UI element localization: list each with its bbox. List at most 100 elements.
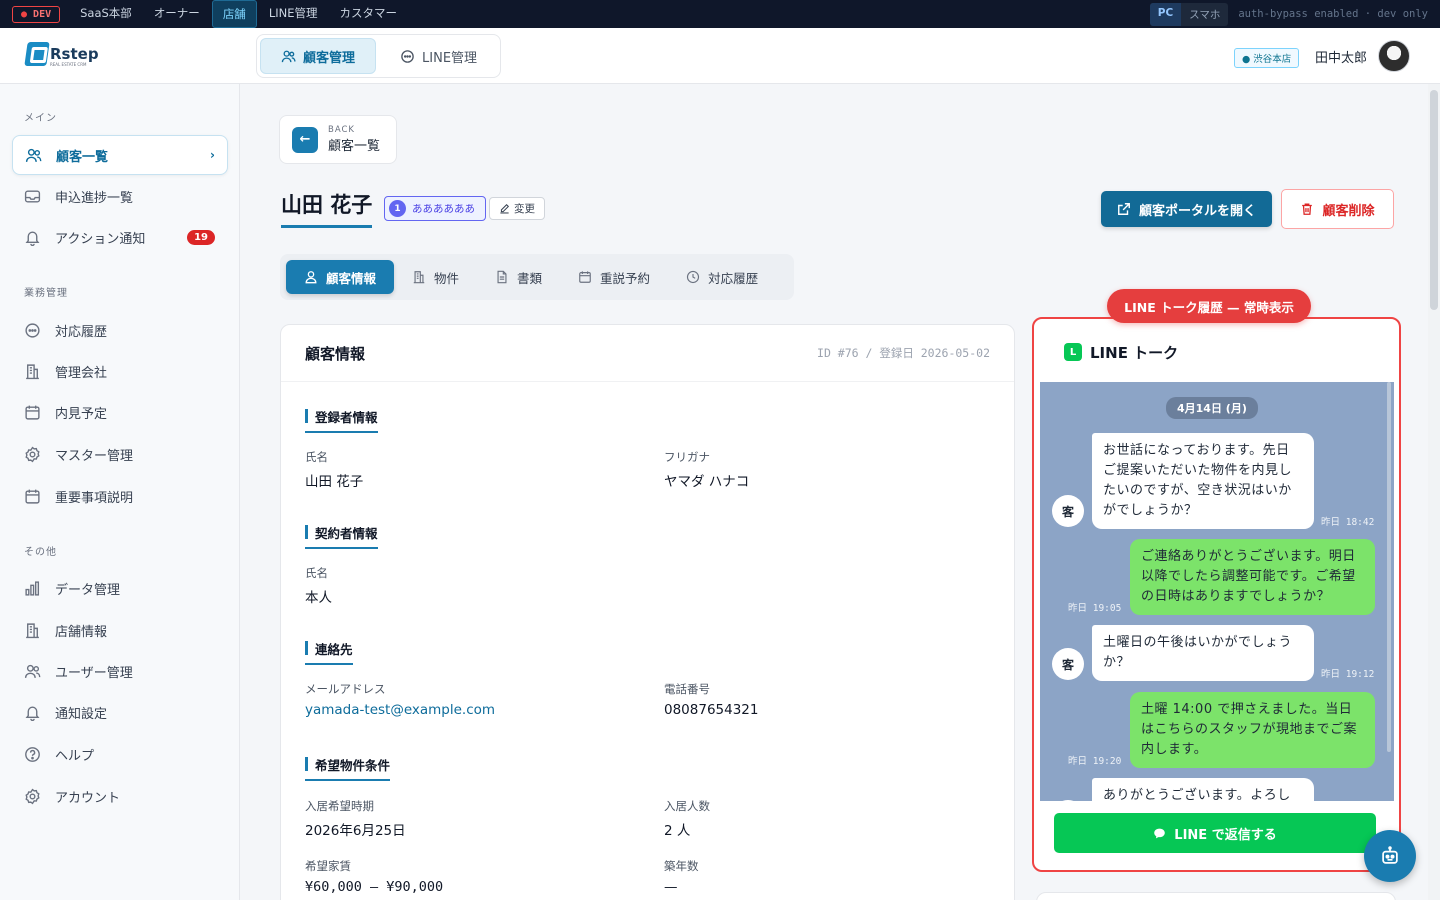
- field-label: 入居希望時期: [305, 799, 374, 813]
- chat-timestamp: 昨日 18:42: [1321, 517, 1375, 528]
- page-scrollbar-thumb[interactable]: [1430, 90, 1438, 310]
- section-registrant: 登録者情報: [305, 407, 378, 433]
- tab-documents[interactable]: 書類: [477, 260, 560, 294]
- clock-icon: [686, 270, 700, 284]
- device-pc-button[interactable]: PC: [1149, 2, 1182, 26]
- open-portal-label: 顧客ポータルを開く: [1138, 203, 1256, 219]
- sidebar-item-label: アクション通知: [55, 231, 146, 247]
- sidebar-item-history[interactable]: 対応履歴: [12, 310, 228, 350]
- sidebar-item-important-matters[interactable]: 重要事項説明: [12, 476, 228, 516]
- tab-label: 顧客情報: [326, 270, 377, 286]
- sidebar-section-work: 業務管理: [24, 288, 68, 299]
- sidebar-item-users[interactable]: ユーザー管理: [12, 651, 228, 691]
- sidebar-item-help[interactable]: ヘルプ: [12, 734, 228, 774]
- app-header: Rstep REAL ESTATE CRM 顧客管理 LINE管理 ● 渋谷本店…: [0, 28, 1440, 84]
- sidebar-item-master[interactable]: マスター管理: [12, 434, 228, 474]
- section-wish-conditions: 希望物件条件: [305, 755, 391, 781]
- inbox-icon: [24, 189, 41, 203]
- users-icon: [24, 664, 41, 678]
- back-button[interactable]: ← BACK 顧客一覧: [279, 115, 397, 164]
- dev-nav-owner[interactable]: オーナー: [144, 0, 210, 28]
- arrow-left-icon: ←: [292, 126, 318, 153]
- chat-scrollbar[interactable]: [1387, 382, 1391, 752]
- gear-icon: [25, 446, 40, 462]
- sidebar-item-label: ユーザー管理: [55, 665, 133, 681]
- dev-nav-saas[interactable]: SaaS本部: [70, 0, 142, 28]
- app-logo[interactable]: Rstep REAL ESTATE CRM: [24, 42, 99, 67]
- user-name[interactable]: 田中太郎: [1315, 47, 1367, 66]
- email-link[interactable]: yamada-test@example.com: [305, 702, 495, 718]
- tab-history[interactable]: 対応履歴: [668, 260, 776, 294]
- open-portal-button[interactable]: 顧客ポータルを開く: [1101, 191, 1272, 227]
- sidebar-item-label: 重要事項説明: [55, 490, 134, 506]
- assistant-bot-button[interactable]: [1364, 830, 1416, 882]
- sidebar-item-label: 店舗情報: [55, 624, 108, 640]
- dev-note: auth-bypass enabled · dev only: [1238, 8, 1428, 20]
- rank-chip[interactable]: 1 ああああああ: [384, 196, 486, 221]
- dev-nav-customer[interactable]: カスタマー: [329, 0, 407, 28]
- sidebar-item-data[interactable]: データ管理: [12, 568, 228, 608]
- sidebar-item-label: アカウント: [55, 790, 121, 806]
- sidebar-item-notifications[interactable]: アクション通知 19: [12, 217, 228, 257]
- device-sp-button[interactable]: スマホ: [1181, 3, 1228, 26]
- calendar-icon: [579, 271, 591, 283]
- dev-nav-store[interactable]: 店舗: [211, 0, 257, 28]
- field-label: フリガナ: [664, 450, 710, 464]
- customer-info-card: 顧客情報 ID #76 / 登録日 2026-05-02 登録者情報 氏名 山田…: [280, 324, 1015, 900]
- chat-area[interactable]: 4月14日 (月) 客 お世話になっております。先日ご提案いただいた物件を内見し…: [1040, 382, 1394, 801]
- customer-avatar: 客: [1052, 495, 1084, 527]
- notification-count-badge: 19: [187, 229, 215, 245]
- calendar-icon: [25, 405, 40, 420]
- sidebar-item-account[interactable]: アカウント: [12, 776, 228, 816]
- bell-icon: [25, 231, 40, 246]
- change-rank-button[interactable]: 変更: [489, 197, 545, 220]
- calendar-icon: [25, 489, 40, 504]
- logo-mark-icon: [24, 42, 50, 66]
- store-badge[interactable]: ● 渋谷本店: [1234, 48, 1300, 68]
- customer-avatar: 客: [1052, 648, 1084, 680]
- occupants-count: 2 人: [664, 823, 691, 839]
- delete-customer-button[interactable]: 顧客削除: [1281, 189, 1394, 229]
- phone-value: 08087654321: [664, 702, 759, 718]
- device-toggle: PC スマホ: [1149, 2, 1229, 26]
- sidebar-item-label: 対応履歴: [55, 324, 108, 340]
- chat-timestamp: 昨日 19:20: [1068, 756, 1122, 767]
- avatar[interactable]: [1378, 40, 1410, 72]
- field-label: 築年数: [664, 859, 699, 873]
- users-icon: [281, 50, 296, 62]
- tab-briefing-reservation[interactable]: 重説予約: [560, 260, 668, 294]
- line-reply-button[interactable]: LINE で返信する: [1054, 813, 1376, 853]
- sidebar-item-label: ヘルプ: [55, 748, 95, 764]
- sidebar-item-viewing[interactable]: 内見予定: [12, 392, 228, 432]
- sidebar-item-store-info[interactable]: 店舗情報: [12, 610, 228, 650]
- sidebar-item-management-company[interactable]: 管理会社: [12, 351, 228, 391]
- rank-label: ああああああ: [412, 203, 475, 215]
- top-tab-line[interactable]: LINE管理: [380, 38, 497, 74]
- tab-properties[interactable]: 物件: [394, 260, 477, 294]
- sidebar-item-label: 顧客一覧: [56, 149, 109, 165]
- gear-icon: [25, 788, 40, 804]
- chat-message: お世話になっております。先日ご提案いただいた物件を内見したいのですが、空き状況は…: [1092, 433, 1314, 529]
- sidebar-item-customers[interactable]: 顧客一覧 ›: [12, 135, 228, 175]
- registrant-name: 山田 花子: [305, 474, 364, 490]
- external-link-icon: [1118, 203, 1130, 215]
- dev-nav-line[interactable]: LINE管理: [259, 0, 328, 28]
- line-panel-title: LINE トーク: [1090, 343, 1179, 362]
- chat-bubble-icon: [1154, 828, 1166, 838]
- tab-customer-info[interactable]: 顧客情報: [286, 260, 395, 294]
- building-icon: [26, 363, 39, 379]
- card-meta: ID #76 / 登録日 2026-05-02: [817, 346, 990, 360]
- chat-message: 土曜 14:00 で押さえました。当日はこちらのスタッフが現地までご案内します。: [1130, 692, 1375, 768]
- sidebar-item-notification-settings[interactable]: 通知設定: [12, 692, 228, 732]
- change-label: 変更: [514, 203, 535, 215]
- section-contractor: 契約者情報: [305, 523, 378, 549]
- registrant-kana: ヤマダ ハナコ: [664, 474, 750, 490]
- sidebar-section-other: その他: [24, 547, 57, 558]
- rank-number: 1: [389, 200, 406, 217]
- chat-icon: [25, 322, 40, 338]
- tab-label: 物件: [434, 270, 460, 286]
- help-icon: [25, 746, 40, 762]
- sidebar-item-applications[interactable]: 申込進捗一覧: [12, 176, 228, 216]
- sidebar-item-label: 申込進捗一覧: [55, 190, 134, 206]
- top-tab-customers[interactable]: 顧客管理: [260, 38, 377, 74]
